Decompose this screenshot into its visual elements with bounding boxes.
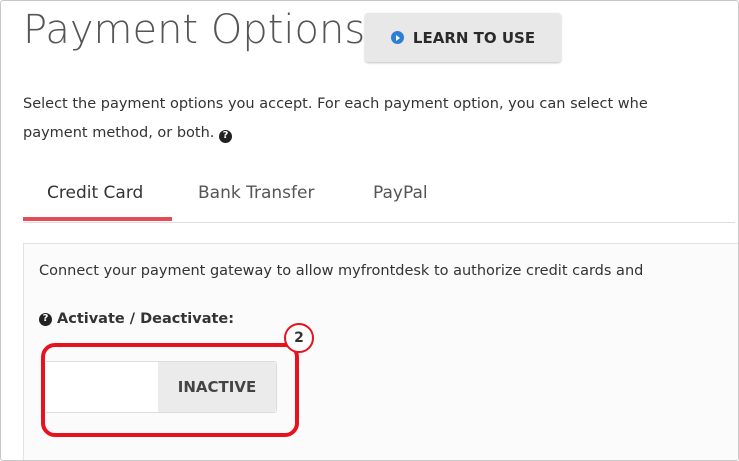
page-title: Payment Options (23, 7, 366, 53)
active-tab-indicator (23, 217, 172, 221)
activate-label: ? Activate / Deactivate: (39, 311, 234, 327)
activate-toggle[interactable]: INACTIVE (46, 361, 277, 413)
toggle-off-area[interactable] (46, 362, 158, 412)
tab-paypal[interactable]: PayPal (373, 167, 428, 219)
description-line-2-wrap: payment method, or both. ? (23, 119, 735, 148)
tab-bank-transfer-label: Bank Transfer (198, 183, 315, 203)
tab-credit-card[interactable]: Credit Card (47, 167, 143, 219)
play-circle-icon (390, 31, 404, 44)
question-circle-icon[interactable]: ? (219, 129, 233, 143)
gateway-connect-text: Connect your payment gateway to allow my… (39, 263, 644, 279)
learn-to-use-button[interactable]: LEARN TO USE (365, 13, 561, 62)
page-description: Select the payment options you accept. F… (23, 90, 735, 148)
description-line-1: Select the payment options you accept. F… (23, 96, 648, 112)
toggle-state-label[interactable]: INACTIVE (158, 362, 276, 412)
question-circle-icon[interactable]: ? (39, 312, 52, 326)
annotation-step-badge: 2 (284, 323, 314, 353)
tab-paypal-label: PayPal (373, 183, 428, 203)
credit-card-panel: Connect your payment gateway to allow my… (23, 243, 738, 460)
app-frame: Payment Options LEARN TO USE Select the … (0, 0, 739, 461)
learn-to-use-label: LEARN TO USE (412, 28, 536, 47)
description-line-2: payment method, or both. (23, 125, 220, 141)
tab-credit-card-label: Credit Card (47, 183, 144, 203)
tab-bank-transfer[interactable]: Bank Transfer (198, 167, 314, 219)
activate-label-text: Activate / Deactivate: (57, 311, 235, 327)
payment-tabs: Credit Card Bank Transfer PayPal (23, 167, 735, 223)
